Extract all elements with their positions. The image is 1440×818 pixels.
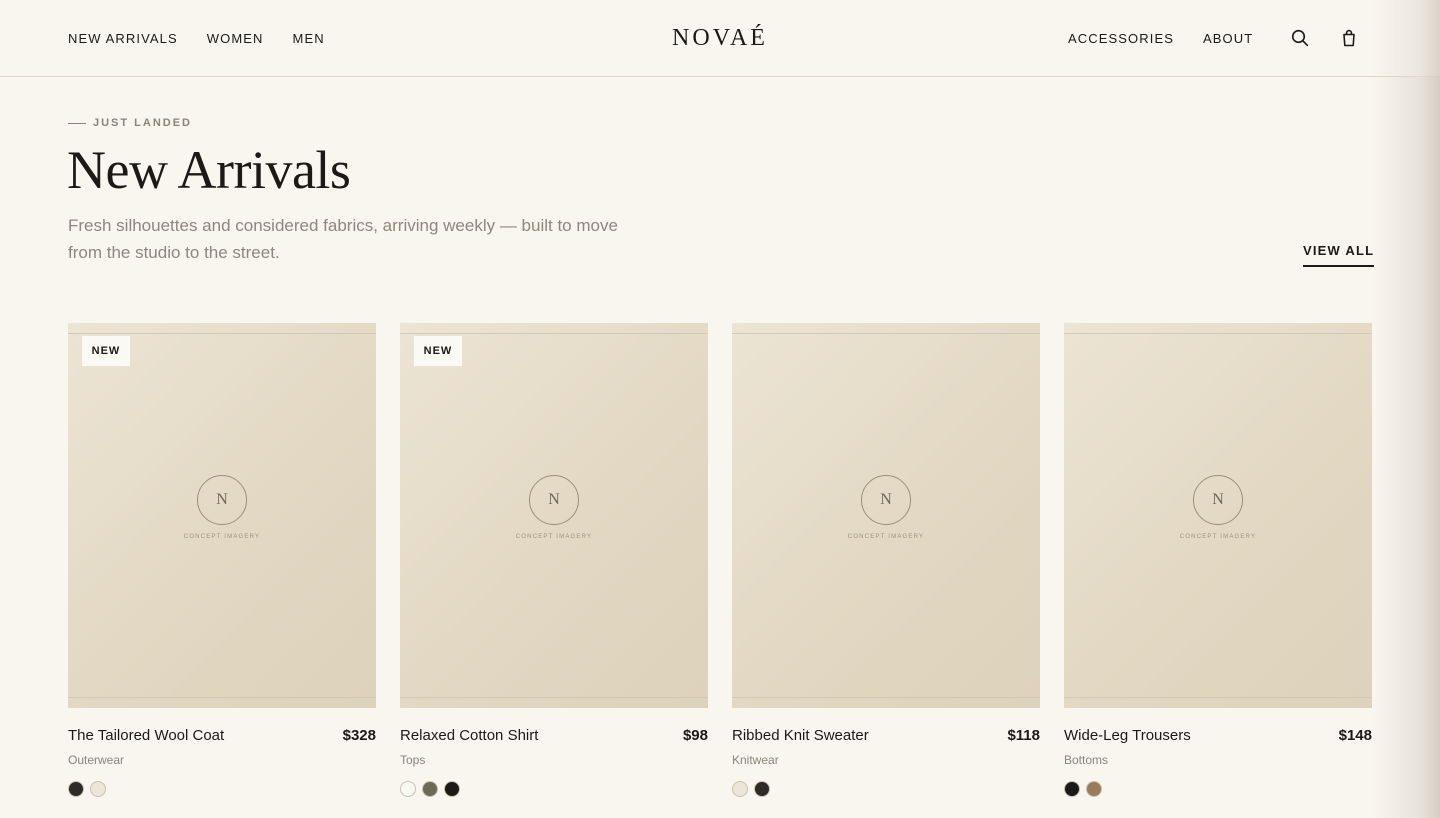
product-category: Tops <box>400 753 426 767</box>
view-all-link[interactable]: VIEW ALL <box>1303 243 1375 267</box>
product-name[interactable]: The Tailored Wool Coat <box>68 727 224 745</box>
color-swatch[interactable] <box>1086 781 1102 797</box>
image-caption: CONCEPT IMAGERY <box>515 534 593 540</box>
image-rule-top <box>400 333 708 334</box>
product-price: $118 <box>1007 727 1040 744</box>
search-button[interactable] <box>1289 27 1311 49</box>
product-price: $98 <box>682 727 708 744</box>
nav-accessories[interactable]: ACCESSORIES <box>1068 31 1174 47</box>
color-swatches <box>732 781 770 797</box>
new-badge: NEW <box>414 336 462 366</box>
color-swatch[interactable] <box>90 781 106 797</box>
eyebrow-label: JUST LANDED <box>93 117 193 129</box>
image-rule-bottom <box>1064 697 1372 698</box>
product-name[interactable]: Relaxed Cotton Shirt <box>400 727 538 745</box>
color-swatches <box>1064 781 1102 797</box>
product-category: Outerwear <box>68 753 125 767</box>
color-swatch[interactable] <box>1064 781 1080 797</box>
color-swatch[interactable] <box>754 781 770 797</box>
monogram-placeholder: N <box>529 475 579 525</box>
image-rule-bottom <box>732 697 1040 698</box>
primary-nav-right: ACCESSORIES ABOUT <box>1068 31 1253 47</box>
product-card[interactable]: N CONCEPT IMAGERY Wide-Leg Trousers $148… <box>1064 323 1372 797</box>
image-rule-bottom <box>400 697 708 698</box>
color-swatch[interactable] <box>732 781 748 797</box>
product-image[interactable]: N CONCEPT IMAGERY <box>1064 323 1372 708</box>
color-swatches <box>68 781 106 797</box>
image-rule-top <box>1064 333 1372 334</box>
page-title: New Arrivals <box>67 140 351 200</box>
product-name[interactable]: Wide-Leg Trousers <box>1064 727 1191 745</box>
product-card[interactable]: N CONCEPT IMAGERY Ribbed Knit Sweater $1… <box>732 323 1040 797</box>
site-header: NEW ARRIVALS WOMEN MEN NOVAÉ ACCESSORIES… <box>0 0 1440 77</box>
nav-about[interactable]: ABOUT <box>1203 31 1253 47</box>
product-image[interactable]: NEW N CONCEPT IMAGERY <box>400 323 708 708</box>
monogram-placeholder: N <box>861 475 911 525</box>
color-swatch[interactable] <box>422 781 438 797</box>
product-image[interactable]: N CONCEPT IMAGERY <box>732 323 1040 708</box>
product-price: $148 <box>1338 727 1372 744</box>
shopping-bag-icon <box>1343 29 1355 47</box>
image-caption: CONCEPT IMAGERY <box>847 534 925 540</box>
product-name[interactable]: Ribbed Knit Sweater <box>732 727 869 745</box>
search-icon <box>1291 29 1309 47</box>
monogram-placeholder: N <box>197 475 247 525</box>
new-badge: NEW <box>82 336 130 366</box>
image-rule-top <box>732 333 1040 334</box>
color-swatch[interactable] <box>444 781 460 797</box>
cart-button[interactable] <box>1338 27 1360 49</box>
edge-shadow <box>1372 77 1440 818</box>
image-caption: CONCEPT IMAGERY <box>183 534 261 540</box>
color-swatches <box>400 781 460 797</box>
monogram-placeholder: N <box>1193 475 1243 525</box>
edge-shadow-header <box>1372 0 1440 77</box>
section-subtitle: Fresh silhouettes and considered fabrics… <box>68 216 618 262</box>
image-caption: CONCEPT IMAGERY <box>1179 534 1257 540</box>
color-swatch[interactable] <box>68 781 84 797</box>
product-card[interactable]: NEW N CONCEPT IMAGERY Relaxed Cotton Shi… <box>400 323 708 797</box>
product-category: Bottoms <box>1064 753 1109 767</box>
product-card[interactable]: NEW N CONCEPT IMAGERY The Tailored Wool … <box>68 323 376 797</box>
product-category: Knitwear <box>732 753 779 767</box>
section-eyebrow: JUST LANDED <box>68 116 192 130</box>
image-rule-bottom <box>68 697 376 698</box>
product-image[interactable]: NEW N CONCEPT IMAGERY <box>68 323 376 708</box>
eyebrow-dash <box>68 122 86 124</box>
image-rule-top <box>68 333 376 334</box>
product-price: $328 <box>342 727 376 744</box>
color-swatch[interactable] <box>400 781 416 797</box>
